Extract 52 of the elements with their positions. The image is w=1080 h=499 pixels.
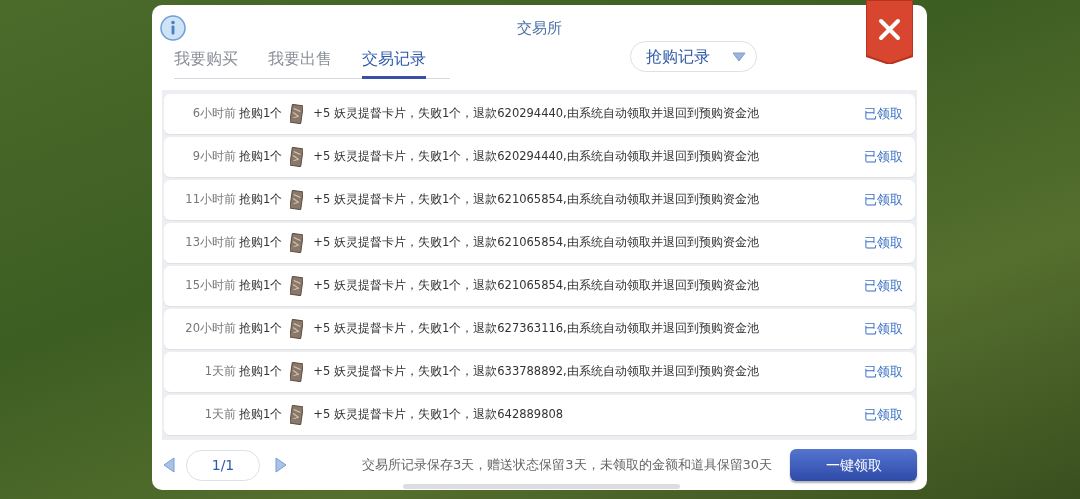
record-time: 11小时前 (184, 191, 236, 209)
claim-status: 已领取 (864, 362, 903, 381)
record-time: 15小时前 (184, 277, 236, 295)
card-item-icon (290, 362, 304, 382)
next-page-icon[interactable] (274, 457, 288, 473)
record-action: 抢购1个 (239, 234, 283, 252)
record-time: 20小时前 (184, 320, 236, 338)
record-description: +5 妖灵提督卡片，失败1个，退款620294440,由系统自动领取并退回到预购资金池 (313, 148, 759, 166)
tab[interactable]: 我要出售 (268, 45, 332, 79)
record-description: +5 妖灵提督卡片，失败1个，退款627363116,由系统自动领取并退回到预购资金池 (313, 320, 759, 338)
previous-page-icon[interactable] (162, 457, 176, 473)
record-action: 抢购1个 (239, 406, 283, 424)
record-description: +5 妖灵提督卡片，失败1个，退款620294440,由系统自动领取并退回到预购资金池 (313, 105, 759, 123)
record-description: +5 妖灵提督卡片，失败1个，退款621065854,由系统自动领取并退回到预购资金池 (313, 234, 759, 252)
dialog-title: 交易所 (517, 19, 562, 37)
claim-all-button[interactable]: 一键领取 (790, 449, 917, 481)
record-description: +5 妖灵提督卡片，失败1个，退款642889808 (313, 406, 564, 424)
record-time: 13小时前 (184, 234, 236, 252)
card-item-icon (290, 147, 304, 167)
claim-status: 已领取 (864, 147, 903, 166)
close-button[interactable] (866, 0, 913, 64)
record-action: 抢购1个 (239, 320, 283, 338)
record-action: 抢购1个 (239, 363, 283, 381)
card-item-icon (290, 233, 304, 253)
record-action: 抢购1个 (239, 277, 283, 295)
caret-icon (731, 51, 746, 62)
claim-status: 已领取 (864, 233, 903, 252)
record-action: 抢购1个 (239, 148, 283, 166)
record-time: 1天前 (203, 363, 236, 381)
record-action: 抢购1个 (239, 105, 283, 123)
card-item-icon (290, 104, 304, 124)
claim-status: 已领取 (864, 405, 903, 424)
card-item-icon (290, 319, 304, 339)
record-time: 9小时前 (191, 148, 236, 166)
claim-status: 已领取 (864, 276, 903, 295)
record-description: +5 妖灵提督卡片，失败1个，退款621065854,由系统自动领取并退回到预购资金池 (313, 277, 759, 295)
card-item-icon (290, 405, 304, 425)
card-item-icon (290, 276, 304, 296)
tab[interactable]: 我要购买 (174, 45, 238, 79)
record-action: 抢购1个 (239, 191, 283, 209)
info-icon[interactable] (160, 15, 186, 41)
card-item-icon (290, 190, 304, 210)
tab[interactable]: 交易记录 (362, 45, 426, 79)
claim-status: 已领取 (864, 190, 903, 209)
record-type-dropdown[interactable]: 抢购记录 (630, 41, 757, 72)
record-description: +5 妖灵提督卡片，失败1个，退款633788892,由系统自动领取并退回到预购资金池 (313, 363, 759, 381)
claim-status: 已领取 (864, 319, 903, 338)
record-time: 6小时前 (191, 105, 236, 123)
retention-note: 交易所记录保存3天，赠送状态保留3天，未领取的金额和道具保留30天 (362, 456, 773, 475)
claim-status: 已领取 (864, 104, 903, 123)
record-time: 1天前 (203, 406, 236, 424)
record-description: +5 妖灵提督卡片，失败1个，退款621065854,由系统自动领取并退回到预购资金池 (313, 191, 759, 209)
